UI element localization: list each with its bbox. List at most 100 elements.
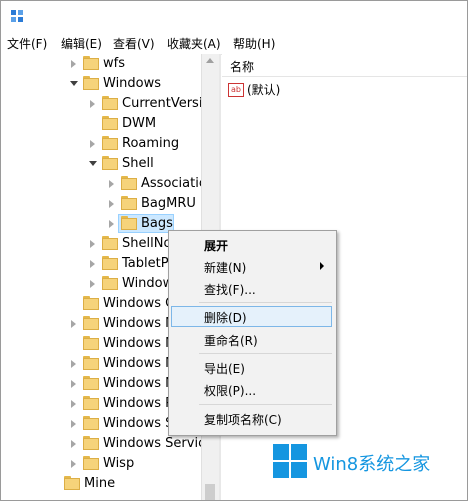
tree-node-windows[interactable]: Windows — [1, 74, 201, 94]
folder-icon — [83, 396, 99, 410]
context-menu-copy-key-name[interactable]: 复制项名称(C) — [171, 408, 332, 429]
collapse-arrow-icon[interactable] — [70, 81, 78, 86]
menu-item-label: 导出(E) — [204, 362, 245, 376]
folder-icon — [83, 336, 99, 350]
menu-edit[interactable]: 编辑(E) — [61, 35, 102, 52]
context-menu-delete[interactable]: 删除(D) — [171, 306, 332, 327]
folder-icon — [83, 376, 99, 390]
menu-item-label: 新建(N) — [204, 261, 247, 275]
expand-arrow-icon[interactable] — [71, 360, 76, 368]
tree-node-currentversion[interactable]: CurrentVersio — [1, 94, 201, 114]
submenu-arrow-icon — [320, 262, 324, 270]
expand-arrow-icon[interactable] — [71, 400, 76, 408]
tree-node-label: Window — [122, 276, 174, 291]
menu-item-label: 查找(F)... — [204, 283, 256, 297]
folder-icon — [102, 96, 118, 110]
context-menu: 展开 新建(N) 查找(F)... 删除(D) 重命名(R) 导出(E) 权限(… — [168, 230, 337, 436]
value-name: (默认) — [247, 83, 281, 97]
column-header-label: 名称 — [230, 60, 255, 74]
tree-node-label: Associatic — [141, 176, 201, 191]
folder-icon — [121, 196, 137, 210]
folder-icon — [64, 476, 80, 490]
context-menu-rename[interactable]: 重命名(R) — [171, 329, 332, 350]
expand-arrow-icon[interactable] — [90, 280, 95, 288]
expand-arrow-icon[interactable] — [71, 440, 76, 448]
tree-node-label: Windows M — [103, 316, 177, 331]
registry-editor-window: 文件(F) 编辑(E) 查看(V) 收藏夹(A) 帮助(H) wfs Windo… — [0, 0, 468, 501]
collapse-arrow-icon[interactable] — [89, 161, 97, 166]
tree-node-label: TabletP — [122, 256, 169, 271]
tree-node-label: CurrentVersio — [122, 96, 201, 111]
tree-node-label: wfs — [103, 56, 125, 71]
menu-file[interactable]: 文件(F) — [7, 35, 47, 52]
tree-node-label: Windows N — [103, 376, 175, 391]
tree-node-bagmru[interactable]: BagMRU — [1, 194, 201, 214]
tree-node-associations[interactable]: Associatic — [1, 174, 201, 194]
menu-separator — [199, 404, 332, 405]
tree-node-wfs[interactable]: wfs — [1, 54, 201, 74]
expand-arrow-icon[interactable] — [90, 240, 95, 248]
folder-icon — [102, 136, 118, 150]
tree-node-label: Mine — [84, 476, 116, 491]
menu-view[interactable]: 查看(V) — [113, 35, 155, 52]
expand-arrow-icon[interactable] — [71, 380, 76, 388]
expand-arrow-icon[interactable] — [90, 260, 95, 268]
tree-node-shell[interactable]: Shell — [1, 154, 201, 174]
context-menu-export[interactable]: 导出(E) — [171, 357, 332, 378]
folder-icon — [102, 236, 118, 250]
expand-arrow-icon[interactable] — [109, 180, 114, 188]
folder-icon — [83, 316, 99, 330]
menu-separator — [199, 302, 332, 303]
expand-arrow-icon[interactable] — [109, 220, 114, 228]
tree-node-label: Windows M — [103, 356, 177, 371]
value-row-default[interactable]: ab (默认) — [228, 81, 280, 99]
expand-arrow-icon[interactable] — [71, 420, 76, 428]
folder-icon — [102, 276, 118, 290]
tree-node-mine[interactable]: Mine — [1, 474, 201, 494]
tree-node-label: Bags — [141, 216, 173, 231]
folder-icon — [102, 256, 118, 270]
watermark: Win8系统之家 — [273, 444, 443, 480]
watermark-text: Win8系统之家 — [313, 454, 431, 475]
title-bar — [1, 1, 467, 32]
menu-help[interactable]: 帮助(H) — [233, 35, 275, 52]
context-menu-new[interactable]: 新建(N) — [171, 256, 332, 277]
menu-favorites[interactable]: 收藏夹(A) — [167, 35, 221, 52]
folder-icon — [102, 156, 118, 170]
column-header-name[interactable]: 名称 — [222, 54, 467, 77]
context-menu-permissions[interactable]: 权限(P)... — [171, 379, 332, 400]
tree-node-label: Windows C — [103, 296, 175, 311]
folder-icon — [83, 296, 99, 310]
tree-node-label: Windows S — [103, 416, 174, 431]
folder-icon — [121, 216, 137, 230]
tree-node-dwm[interactable]: DWM — [1, 114, 201, 134]
registry-app-icon — [11, 10, 23, 22]
tree-node-windows-service[interactable]: Windows Service — [1, 434, 201, 454]
folder-icon — [83, 456, 99, 470]
tree-node-label: Windows — [103, 76, 162, 91]
menu-item-label: 重命名(R) — [204, 334, 258, 348]
tree-node-label: DWM — [122, 116, 157, 131]
expand-arrow-icon[interactable] — [71, 460, 76, 468]
tree-node-label: Roaming — [122, 136, 180, 151]
expand-arrow-icon[interactable] — [71, 320, 76, 328]
tree-node-label: ShellNo — [122, 236, 172, 251]
expand-arrow-icon[interactable] — [71, 60, 76, 68]
menu-item-label: 复制项名称(C) — [204, 413, 282, 427]
folder-icon — [83, 356, 99, 370]
context-menu-find[interactable]: 查找(F)... — [171, 278, 332, 299]
expand-arrow-icon[interactable] — [109, 200, 114, 208]
tree-node-roaming[interactable]: Roaming — [1, 134, 201, 154]
expand-arrow-icon[interactable] — [90, 140, 95, 148]
folder-icon — [83, 436, 99, 450]
scroll-up-arrow-icon[interactable] — [206, 58, 214, 63]
menu-item-label: 展开 — [204, 239, 229, 253]
expand-arrow-icon[interactable] — [90, 100, 95, 108]
folder-icon — [83, 76, 99, 90]
context-menu-expand[interactable]: 展开 — [171, 234, 332, 255]
tree-node-label: Windows M — [103, 336, 177, 351]
menu-item-label: 权限(P)... — [204, 384, 257, 398]
folder-icon — [121, 176, 137, 190]
scrollbar-thumb[interactable] — [205, 484, 215, 500]
tree-node-wisp[interactable]: Wisp — [1, 454, 201, 474]
